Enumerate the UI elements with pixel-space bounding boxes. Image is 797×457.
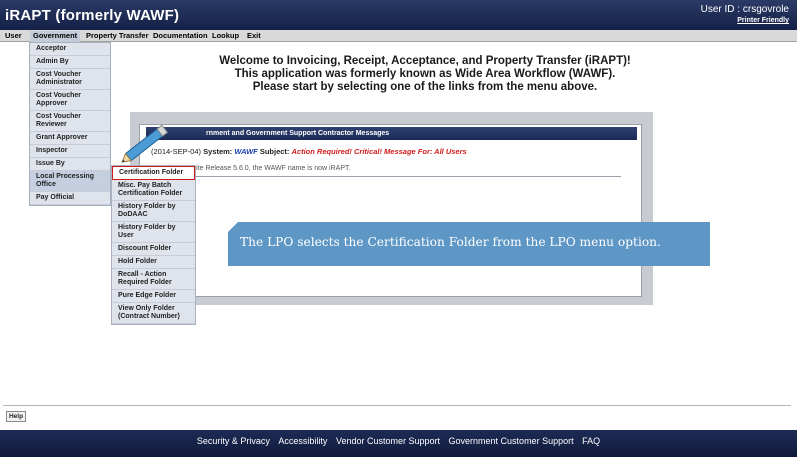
- main-menu-bar: User Government Property Transfer Docume…: [0, 30, 797, 42]
- welcome-line-2: This application was formerly known as W…: [234, 68, 616, 80]
- welcome-message: Welcome to Invoicing, Receipt, Acceptanc…: [150, 55, 700, 94]
- header-bar: iRAPT (formerly WAWF) User ID : crsgovro…: [0, 0, 797, 30]
- menu-property-transfer[interactable]: Property Transfer: [86, 31, 149, 42]
- message-divider: [146, 176, 621, 177]
- callout-text: The LPO selects the Certification Folder…: [240, 235, 661, 249]
- lpo-item-view-only-folder[interactable]: View Only Folder (Contract Number): [112, 303, 195, 324]
- gov-item-cost-voucher-reviewer[interactable]: Cost Voucher Reviewer: [30, 111, 110, 132]
- lpo-item-hold-folder[interactable]: Hold Folder: [112, 256, 195, 269]
- message-system-value: WAWF: [234, 147, 258, 156]
- message-subject-label: Subject:: [259, 147, 290, 156]
- lpo-item-pure-edge-folder[interactable]: Pure Edge Folder: [112, 290, 195, 303]
- welcome-line-1: Welcome to Invoicing, Receipt, Acceptanc…: [219, 55, 631, 67]
- printer-friendly-link[interactable]: Printer Friendly: [737, 17, 789, 24]
- gov-item-admin-by[interactable]: Admin By: [30, 56, 110, 69]
- menu-government[interactable]: Government: [30, 31, 81, 42]
- gov-item-grant-approver[interactable]: Grant Approver: [30, 132, 110, 145]
- gov-item-issue-by[interactable]: Issue By: [30, 158, 110, 171]
- messages-header: rnment and Government Support Contractor…: [146, 127, 637, 140]
- footer-link-security-privacy[interactable]: Security & Privacy: [197, 436, 270, 446]
- menu-documentation[interactable]: Documentation: [153, 31, 208, 42]
- user-id-value: crsgovrole: [742, 4, 789, 15]
- help-button[interactable]: Help: [6, 411, 26, 422]
- gov-item-inspector[interactable]: Inspector: [30, 145, 110, 158]
- user-id-label: User ID :: [700, 4, 741, 15]
- lpo-item-misc-pay-batch[interactable]: Misc. Pay Batch Certification Folder: [112, 180, 195, 201]
- footer-link-faq[interactable]: FAQ: [582, 436, 600, 446]
- gov-item-pay-official[interactable]: Pay Official: [30, 192, 110, 205]
- menu-exit[interactable]: Exit: [247, 31, 261, 42]
- message-system-label: System:: [203, 147, 233, 156]
- page: iRAPT (formerly WAWF) User ID : crsgovro…: [0, 0, 797, 457]
- menu-user[interactable]: User: [5, 31, 22, 42]
- help-divider: [3, 405, 791, 406]
- gov-item-local-processing-office[interactable]: Local Processing Office: [30, 171, 110, 192]
- message-subject-value: Action Required! Critical! Message For: …: [291, 147, 467, 156]
- footer-links: Security & Privacy Accessibility Vendor …: [0, 436, 797, 446]
- footer-link-government-support[interactable]: Government Customer Support: [449, 436, 574, 446]
- welcome-line-3: Please start by selecting one of the lin…: [252, 81, 598, 93]
- pencil-pointer-icon: [121, 124, 169, 163]
- footer-link-vendor-support[interactable]: Vendor Customer Support: [336, 436, 440, 446]
- lpo-submenu: Certification Folder Misc. Pay Batch Cer…: [111, 165, 196, 325]
- lpo-item-history-by-user[interactable]: History Folder by User: [112, 222, 195, 243]
- user-id: User ID : crsgovrole: [701, 4, 789, 15]
- menu-lookup[interactable]: Lookup: [212, 31, 239, 42]
- lpo-item-discount-folder[interactable]: Discount Folder: [112, 243, 195, 256]
- government-dropdown: Acceptor Admin By Cost Voucher Administr…: [29, 42, 111, 206]
- footer-link-accessibility[interactable]: Accessibility: [278, 436, 327, 446]
- gov-item-cost-voucher-approver[interactable]: Cost Voucher Approver: [30, 90, 110, 111]
- lpo-item-recall-folder[interactable]: Recall - Action Required Folder: [112, 269, 195, 290]
- gov-item-acceptor[interactable]: Acceptor: [30, 43, 110, 56]
- gov-item-cost-voucher-administrator[interactable]: Cost Voucher Administrator: [30, 69, 110, 90]
- app-title: iRAPT (formerly WAWF): [5, 7, 180, 24]
- lpo-item-history-by-dodaac[interactable]: History Folder by DoDAAC: [112, 201, 195, 222]
- message-summary[interactable]: (2014-SEP-04) System: WAWF Subject: Acti…: [151, 147, 467, 156]
- callout-notch: [228, 222, 238, 232]
